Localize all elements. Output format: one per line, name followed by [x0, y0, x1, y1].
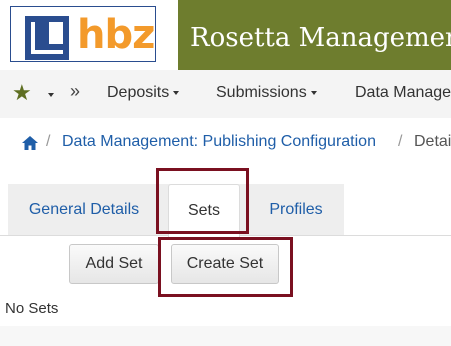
- nav-data-management[interactable]: Data Manage: [355, 84, 451, 102]
- tab-profiles[interactable]: Profiles: [248, 184, 344, 236]
- home-icon[interactable]: [22, 136, 38, 150]
- tab-sets[interactable]: Sets: [168, 184, 240, 237]
- tab-general-details[interactable]: General Details: [8, 184, 160, 236]
- create-set-button[interactable]: Create Set: [171, 244, 279, 284]
- empty-state-message: No Sets: [5, 300, 59, 317]
- breadcrumb-current: Detai: [414, 133, 451, 150]
- table-header-strip: [0, 326, 451, 346]
- nav-submissions-label: Submissions: [216, 84, 307, 101]
- breadcrumb-separator: /: [46, 133, 51, 150]
- favorites-caret-icon[interactable]: [48, 93, 54, 97]
- star-icon[interactable]: ★: [12, 81, 32, 105]
- nav-deposits-label: Deposits: [107, 84, 170, 101]
- app-header: hbz Rosetta Management: [0, 0, 451, 70]
- main-nav: ★ » Deposits Submissions Data Manage: [0, 70, 451, 119]
- nav-deposits[interactable]: Deposits: [107, 84, 180, 102]
- breadcrumb-separator: /: [398, 133, 403, 150]
- nav-data-management-label: Data Manage: [355, 84, 451, 101]
- nav-submissions[interactable]: Submissions: [216, 84, 317, 102]
- logo-text: hbz: [77, 12, 155, 58]
- chevron-down-icon: [310, 90, 317, 95]
- brand-bar: Rosetta Management: [178, 0, 451, 70]
- chevron-down-icon: [173, 90, 180, 95]
- logo-area: hbz: [0, 0, 178, 70]
- hbz-logo[interactable]: hbz: [10, 6, 156, 62]
- breadcrumb-publishing-config[interactable]: Data Management: Publishing Configuratio…: [62, 133, 376, 151]
- double-chevron-right-icon[interactable]: »: [70, 81, 80, 102]
- app-title: Rosetta Management: [190, 23, 451, 53]
- add-set-button[interactable]: Add Set: [69, 244, 159, 284]
- logo-icon: [25, 16, 69, 60]
